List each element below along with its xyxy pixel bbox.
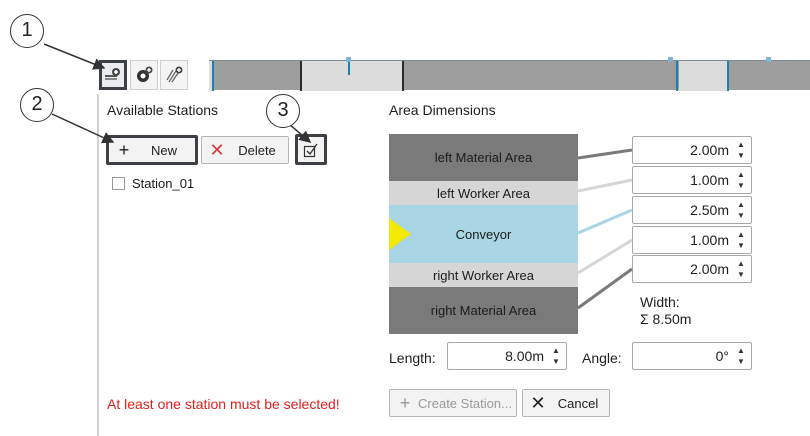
chevron-down-icon[interactable]: ▼ xyxy=(735,269,747,280)
available-stations-title: Available Stations xyxy=(107,102,219,118)
area-label: Conveyor xyxy=(455,226,512,242)
station-checkbox[interactable] xyxy=(112,177,125,190)
station-layout-icon xyxy=(105,68,120,80)
edit-checkbox-icon xyxy=(303,143,318,157)
timeline-segment xyxy=(302,61,402,91)
area-label: right Worker Area xyxy=(433,267,534,283)
chevron-up-icon[interactable]: ▲ xyxy=(735,139,747,150)
panel-divider xyxy=(97,94,99,436)
total-width: Width: Σ 8.50m xyxy=(640,294,691,328)
left-material-width-spinbox[interactable]: 2.00m ▲ ▼ xyxy=(632,136,752,164)
spinbox-value: 2.50m xyxy=(690,202,729,218)
area-hatch-button[interactable] xyxy=(160,60,188,90)
station-layout-button[interactable] xyxy=(99,60,127,90)
timeline-mark xyxy=(668,57,673,62)
timeline-marker xyxy=(727,61,729,91)
timeline-marker xyxy=(402,61,404,91)
area-label: right Material Area xyxy=(430,303,537,318)
chevron-up-icon[interactable]: ▲ xyxy=(550,345,562,356)
left-worker-width-spinbox[interactable]: 1.00m ▲ ▼ xyxy=(632,166,752,194)
timeline-marker xyxy=(676,61,678,91)
timeline-mark xyxy=(346,57,351,62)
timeline-marker xyxy=(300,61,302,91)
chevron-down-icon[interactable]: ▼ xyxy=(735,150,747,161)
spinbox-value: 0° xyxy=(715,348,729,364)
chevron-up-icon[interactable]: ▲ xyxy=(735,169,747,180)
top-toolbar xyxy=(97,57,810,94)
chevron-up-icon[interactable]: ▲ xyxy=(735,258,747,269)
delete-station-button[interactable]: ✕ Delete xyxy=(201,136,289,164)
width-label: Width: xyxy=(640,294,680,310)
create-station-label: Create Station... xyxy=(418,395,512,411)
callout-1: 1 xyxy=(10,14,44,48)
new-station-label: New xyxy=(150,142,177,158)
create-station-button[interactable]: + Create Station... xyxy=(389,389,517,417)
edit-station-button[interactable] xyxy=(295,134,327,165)
station-add-icon xyxy=(137,66,153,82)
area-label: left Worker Area xyxy=(437,185,530,201)
station-list-item[interactable]: Station_01 xyxy=(112,176,194,191)
callout-2: 2 xyxy=(20,88,54,122)
cancel-button[interactable]: ✕ Cancel xyxy=(522,389,610,417)
timeline-marker xyxy=(348,61,350,75)
chevron-up-icon[interactable]: ▲ xyxy=(735,345,747,356)
chevron-down-icon[interactable]: ▼ xyxy=(735,180,747,191)
selection-error-message: At least one station must be selected! xyxy=(107,396,340,412)
spinbox-value: 2.00m xyxy=(690,261,729,277)
chevron-down-icon[interactable]: ▼ xyxy=(735,356,747,367)
right-material-width-spinbox[interactable]: 2.00m ▲ ▼ xyxy=(632,255,752,283)
angle-label: Angle: xyxy=(582,350,622,366)
spinbox-value: 2.00m xyxy=(690,142,729,158)
plus-icon: + xyxy=(399,393,411,413)
conveyor-width-spinbox[interactable]: 2.50m ▲ ▼ xyxy=(632,196,752,224)
angle-spinbox[interactable]: 0° ▲ ▼ xyxy=(632,342,752,370)
station-add-button[interactable] xyxy=(130,60,158,90)
area-dimensions-title: Area Dimensions xyxy=(389,102,496,118)
chevron-down-icon[interactable]: ▼ xyxy=(735,240,747,251)
close-icon: ✕ xyxy=(530,393,546,413)
close-icon: ✕ xyxy=(209,140,225,160)
station-label: Station_01 xyxy=(132,176,195,191)
conveyor-area: Conveyor xyxy=(389,205,578,263)
length-spinbox[interactable]: 8.00m ▲ ▼ xyxy=(447,342,567,370)
delete-station-label: Delete xyxy=(238,142,276,158)
right-worker-area: right Worker Area xyxy=(389,263,578,287)
left-worker-area: left Worker Area xyxy=(389,181,578,205)
width-total-value: Σ 8.50m xyxy=(640,311,692,327)
timeline-segment xyxy=(679,61,727,91)
timeline-mark xyxy=(766,57,771,62)
chevron-up-icon[interactable]: ▲ xyxy=(735,229,747,240)
spinbox-value: 1.00m xyxy=(690,172,729,188)
timeline-marker xyxy=(212,61,214,91)
new-station-button[interactable]: + New xyxy=(106,135,198,165)
chevron-down-icon[interactable]: ▼ xyxy=(550,356,562,367)
chevron-down-icon[interactable]: ▼ xyxy=(735,210,747,221)
plus-icon: + xyxy=(118,140,130,160)
right-worker-width-spinbox[interactable]: 1.00m ▲ ▼ xyxy=(632,226,752,254)
area-hatch-icon xyxy=(166,66,183,83)
spinbox-value: 1.00m xyxy=(690,232,729,248)
conveyor-direction-arrow xyxy=(389,218,411,250)
cancel-label: Cancel xyxy=(557,395,599,411)
callout-3: 3 xyxy=(266,94,300,128)
chevron-up-icon[interactable]: ▲ xyxy=(735,199,747,210)
spinbox-value: 8.00m xyxy=(505,348,544,364)
length-label: Length: xyxy=(389,350,436,366)
right-material-area: right Material Area xyxy=(389,287,578,334)
left-material-area: left Material Area xyxy=(389,134,578,181)
layout-timeline[interactable] xyxy=(209,57,810,91)
area-label: left Material Area xyxy=(434,150,533,165)
